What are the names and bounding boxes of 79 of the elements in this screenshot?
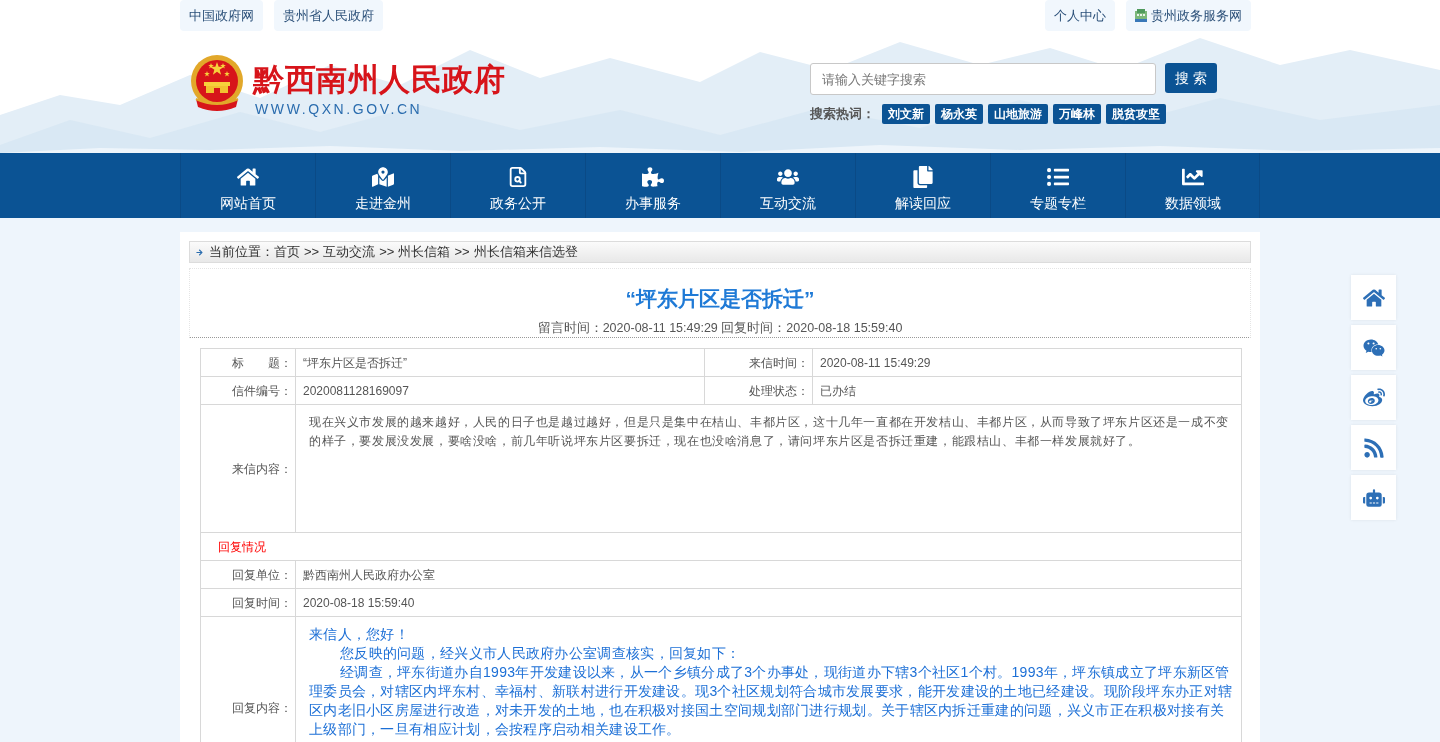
breadcrumb-link[interactable]: 互动交流: [323, 242, 376, 262]
hot-word-tag[interactable]: 万峰林: [1053, 104, 1101, 124]
nav-label: 网站首页: [220, 194, 276, 213]
home-icon: [237, 166, 259, 188]
site-title: 黔西南州人民政府: [253, 61, 505, 97]
nav-label: 走进金州: [355, 194, 411, 213]
document-search-icon: [507, 166, 529, 188]
building-icon: [1135, 9, 1147, 22]
nav-label: 解读回应: [895, 194, 951, 213]
nav-item[interactable]: 网站首页: [180, 153, 315, 218]
nav-item[interactable]: 办事服务: [585, 153, 720, 218]
wechat-button[interactable]: [1351, 325, 1396, 370]
site-url: WWW.QXN.GOV.CN: [254, 101, 423, 117]
robot-button[interactable]: [1351, 475, 1396, 520]
reply-paragraph: 经调查，坪东街道办自1993年开发建设以来，从一个乡镇分成了3个办事处，现街道办下辖3个社区1个村。1993年，坪东镇成立了坪东新区管理委员会，对辖区内坪东村、幸福村、新联村进行开发建设。现3个社区规划符合城市发展要求，能开发建设的土地已经建设。现阶段坪东办正对辖区内老旧小区房屋进行改造，对未开发的土地，也在积极对接国土空间规划部门进行规划。关于辖区内拆迁重建的问题，兴义市正在积极对接有关上级部门，一旦有相应计划，会按程序启动相关建设工作。: [309, 663, 1233, 739]
field-label: 来信时间：: [704, 348, 813, 377]
weibo-icon: [1362, 386, 1385, 409]
top-link[interactable]: 贵州省人民政府: [274, 0, 383, 31]
top-link[interactable]: 个人中心: [1045, 0, 1115, 31]
nav-label: 办事服务: [625, 194, 681, 213]
letter-content: 现在兴义市发展的越来越好，人民的日子也是越过越好，但是只是集中在桔山、丰都片区，这十几年一直都在开发桔山、丰都片区，从而导致了坪东片区还是一成不变的样子，要发展没发展，要啥没啥，前几年听说坪东片区要拆迁，现在也没啥消息了，请问坪东片区是否拆迁重建，能跟桔山、丰都一样发展就好了。: [295, 404, 1242, 533]
search-button[interactable]: 搜 索: [1165, 63, 1217, 93]
rss-button[interactable]: [1351, 425, 1396, 470]
breadcrumb-label: 当前位置：: [209, 243, 274, 262]
top-link[interactable]: 贵州政务服务网: [1126, 0, 1251, 31]
field-value: 2020-08-11 15:49:29: [812, 348, 1242, 377]
nav-label: 数据领域: [1164, 194, 1221, 213]
weibo-button[interactable]: [1351, 375, 1396, 420]
breadcrumb-separator: >>: [304, 243, 320, 262]
field-value: “坪东片区是否拆迁”: [295, 348, 705, 377]
nav-label: 政务公开: [490, 194, 546, 213]
users-icon: [777, 166, 799, 188]
arrow-icon: [196, 248, 203, 256]
field-label: 处理状态：: [704, 376, 813, 405]
hot-words-label: 搜索热词：: [810, 105, 875, 124]
home-icon: [1362, 286, 1385, 309]
hot-word-tag[interactable]: 刘文新: [882, 104, 930, 124]
search-field[interactable]: 请输入关键字搜索: [810, 63, 1157, 95]
field-value: 已办结: [812, 376, 1242, 405]
list-icon: [1047, 166, 1069, 188]
field-value: 2020081128169097: [295, 376, 705, 405]
map-pin-icon: [372, 166, 394, 188]
home-button[interactable]: [1351, 275, 1396, 320]
reply-paragraph: 您反映的问题，经兴义市人民政府办公室调查核实，回复如下：: [339, 644, 742, 663]
nav-label: 互动交流: [760, 194, 816, 213]
breadcrumb-link[interactable]: 州长信箱: [398, 242, 451, 262]
nav-item[interactable]: 解读回应: [855, 153, 990, 218]
documents-icon: [912, 166, 934, 188]
breadcrumb-link[interactable]: 州长信箱来信选登: [473, 242, 578, 262]
field-value: 黔西南州人民政府办公室: [295, 560, 1242, 589]
nav-label: 专题专栏: [1030, 194, 1086, 213]
field-label: 标 题：: [200, 348, 296, 377]
puzzle-icon: [642, 166, 664, 188]
field-label: 来信内容：: [200, 404, 296, 533]
field-label: 回复内容：: [200, 616, 296, 742]
hot-word-tag[interactable]: 山地旅游: [988, 104, 1048, 124]
breadcrumb-link[interactable]: 首页: [274, 242, 300, 262]
top-link[interactable]: 中国政府网: [180, 0, 263, 31]
nav-item[interactable]: 数据领域: [1125, 153, 1260, 218]
chart-icon: [1181, 166, 1204, 188]
section-heading: 回复情况: [200, 532, 1242, 561]
field-label: 回复时间：: [200, 588, 296, 617]
nav-item[interactable]: 互动交流: [720, 153, 855, 218]
field-value: 2020-08-18 15:59:40: [295, 588, 1242, 617]
nav-item[interactable]: 走进金州: [315, 153, 450, 218]
breadcrumb-separator: >>: [379, 243, 395, 262]
nav-item[interactable]: 政务公开: [450, 153, 585, 218]
emblem-icon: [190, 55, 244, 113]
field-label: 信件编号：: [200, 376, 296, 405]
field-label: 回复单位：: [200, 560, 296, 589]
reply-paragraph: 来信人，您好！: [309, 625, 411, 644]
hot-word-tag[interactable]: 杨永英: [935, 104, 983, 124]
breadcrumb-separator: >>: [454, 243, 470, 262]
letter-title: “坪东片区是否拆迁”: [625, 286, 815, 312]
nav-item[interactable]: 专题专栏: [990, 153, 1125, 218]
hot-word-tag[interactable]: 脱贫攻坚: [1106, 104, 1166, 124]
rss-icon: [1362, 436, 1385, 459]
letter-meta: 留言时间：2020-08-11 15:49:29 回复时间：2020-08-18 15:59:40: [537, 320, 903, 336]
robot-icon: [1362, 486, 1385, 509]
